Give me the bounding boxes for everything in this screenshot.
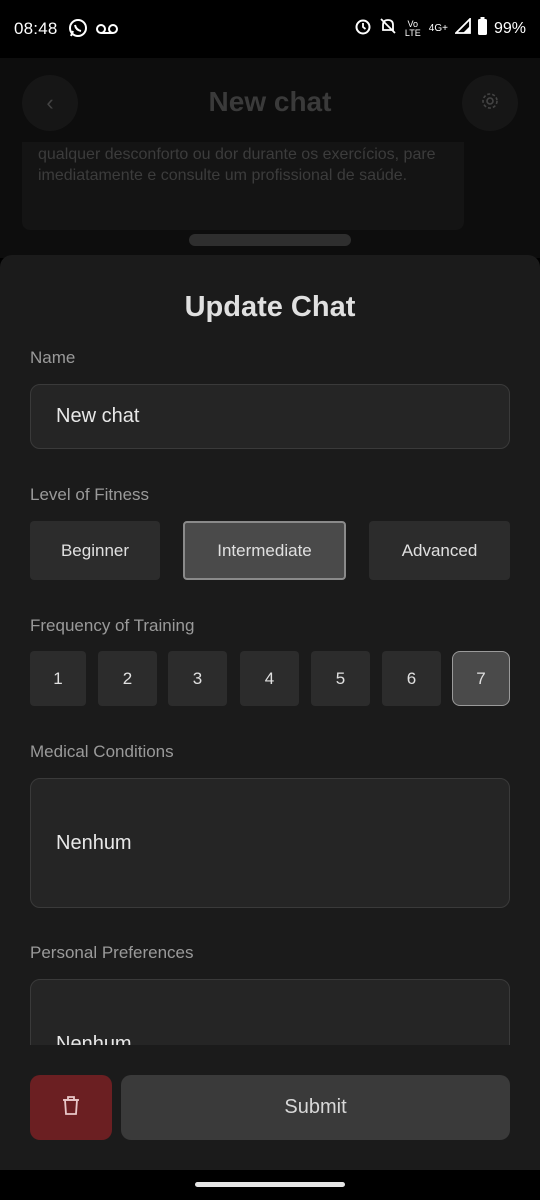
chat-message: qualquer desconforto ou dor durante os e… <box>22 142 464 230</box>
voicemail-icon <box>96 21 118 41</box>
frequency-option-3[interactable]: 3 <box>168 651 227 706</box>
mute-icon <box>379 17 397 40</box>
chat-title: New chat <box>208 86 332 117</box>
medical-value: Nenhum <box>56 831 132 854</box>
gear-icon <box>480 91 500 116</box>
delete-button[interactable] <box>30 1075 112 1140</box>
frequency-option-7[interactable]: 7 <box>452 651 510 706</box>
frequency-option-6[interactable]: 6 <box>382 651 441 706</box>
fitness-option-advanced[interactable]: Advanced <box>369 521 510 580</box>
navigation-bar <box>0 1170 540 1200</box>
frequency-option-5[interactable]: 5 <box>311 651 370 706</box>
name-field[interactable]: New chat <box>30 384 510 449</box>
status-time: 08:48 <box>14 19 58 38</box>
name-label: Name <box>30 348 76 367</box>
trash-icon <box>62 1095 80 1120</box>
medical-conditions-field[interactable]: Nenhum <box>30 778 510 908</box>
update-chat-sheet: Update Chat Name New chat Level of Fitne… <box>0 255 540 1170</box>
battery-level: 99% <box>493 19 526 37</box>
settings-button[interactable] <box>462 75 518 131</box>
frequency-option-1[interactable]: 1 <box>30 651 86 706</box>
frequency-label: Frequency of Training <box>30 616 195 635</box>
preferences-label: Personal Preferences <box>30 943 194 962</box>
frequency-option-2[interactable]: 2 <box>98 651 157 706</box>
battery-icon <box>477 17 487 40</box>
fitness-label: Level of Fitness <box>30 485 150 504</box>
submit-button[interactable]: Submit <box>121 1075 510 1140</box>
sheet-drag-handle[interactable] <box>189 234 351 246</box>
home-gesture-bar[interactable] <box>195 1182 345 1187</box>
background-chat: ‹ New chat qualquer desconforto ou dor d… <box>0 58 540 258</box>
alarm-icon <box>354 17 372 40</box>
signal-icon <box>453 16 471 39</box>
volte-indicator: Vo LTE <box>404 18 421 38</box>
frequency-option-4[interactable]: 4 <box>240 651 299 706</box>
personal-preferences-field[interactable]: Nenhum <box>30 979 510 1045</box>
status-bar: 08:48 Vo LTE 4G+ 99% <box>0 0 540 58</box>
network-type: 4G+ <box>428 23 448 34</box>
fitness-option-intermediate[interactable]: Intermediate <box>183 521 346 580</box>
medical-label: Medical Conditions <box>30 742 174 761</box>
whatsapp-icon <box>68 18 88 43</box>
fitness-option-beginner[interactable]: Beginner <box>30 521 160 580</box>
sheet-title: Update Chat <box>184 291 356 323</box>
preferences-value: Nenhum <box>56 1033 132 1045</box>
name-value: New chat <box>56 405 140 427</box>
